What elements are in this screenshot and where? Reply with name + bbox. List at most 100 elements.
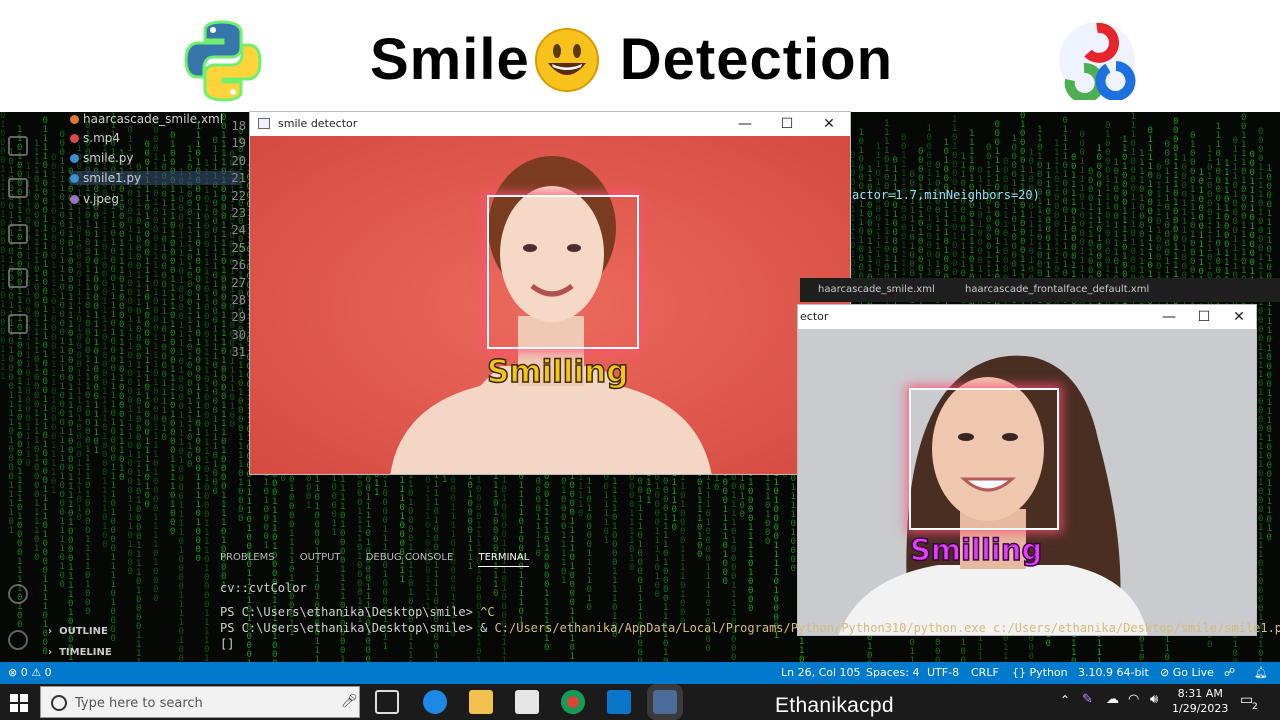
line-number: 25: [231, 240, 246, 255]
smile-detector-window-1[interactable]: smile detector — ☐ ✕ Smilling: [249, 111, 851, 475]
tab-output[interactable]: OUTPUT: [300, 552, 341, 563]
terminal-prompt: PS C:\Users\ethanika\Desktop\smile>: [220, 605, 481, 619]
settings-gear-icon[interactable]: [8, 630, 28, 650]
taskbar-search-input[interactable]: Type here to search 🎤︎: [40, 686, 360, 718]
vscode-icon[interactable]: [607, 690, 631, 714]
opencv-logo-icon: [1059, 22, 1136, 100]
smile-label: Smilling: [486, 353, 629, 391]
python-file-icon: [70, 154, 79, 163]
volume-icon[interactable]: 🔊︎: [1150, 692, 1158, 707]
python-logo-icon: [184, 20, 262, 102]
matrix-column: 1000011110100001111010000111101000011110…: [1266, 164, 1272, 543]
python-interpreter[interactable]: 3.10.9 64-bit: [1078, 666, 1149, 679]
tab-debug-console[interactable]: DEBUG CONSOLE: [366, 552, 454, 563]
cursor-position[interactable]: Ln 26, Col 105: [781, 666, 861, 679]
channel-watermark: Ethanikacpd: [775, 694, 894, 717]
terminal-cursor: []: [220, 637, 235, 651]
terminal-line: cv::cvtColor: [220, 581, 307, 595]
line-number: 27: [231, 275, 246, 290]
code-snippet: actor=1.7,minNeighbors=20): [852, 188, 1040, 202]
vscode-activity-bar: [0, 112, 36, 662]
run-debug-icon[interactable]: [8, 178, 28, 198]
terminal-line: PS C:\Users\ethanika\Desktop\smile> & C:…: [220, 620, 1280, 636]
file-item[interactable]: haarcascade_smile.xml: [70, 112, 223, 126]
file-explorer-icon[interactable]: [469, 690, 493, 714]
screen: Smile Detection 010000111101000011110100…: [0, 0, 1280, 720]
line-number: 21: [231, 171, 246, 186]
microphone-icon[interactable]: 🎤︎: [341, 694, 358, 709]
matrix-column: 0011110100001111010000111101000011110100…: [136, 163, 142, 663]
store-icon[interactable]: [515, 690, 539, 714]
clock-date: 1/29/2023: [1172, 702, 1229, 715]
smiley-emoji-icon: [534, 27, 599, 92]
account-icon[interactable]: [8, 584, 28, 604]
timeline-section[interactable]: › TIMELINE: [48, 647, 112, 658]
file-item[interactable]: v.jpeg: [70, 192, 119, 206]
pen-icon[interactable]: ✎: [1082, 692, 1093, 707]
window-titlebar[interactable]: smile detector — ☐ ✕: [250, 112, 850, 136]
minimize-button[interactable]: —: [730, 114, 760, 134]
window-title: smile detector: [278, 117, 358, 130]
tab-haarcascade-smile[interactable]: haarcascade_smile.xml: [818, 284, 935, 295]
line-number: 31: [231, 345, 246, 360]
line-number: 23: [231, 206, 246, 221]
file-item-selected[interactable]: smile1.py: [70, 171, 240, 185]
outline-section[interactable]: › OUTLINE: [48, 626, 108, 637]
terminal-prompt: PS C:\Users\ethanika\Desktop\smile> &: [220, 621, 495, 635]
file-name: smile1.py: [83, 171, 142, 185]
terminal-command: C:/Users/ethanika/AppData/Local/Programs…: [494, 621, 1280, 635]
window-titlebar[interactable]: ector — ☐ ✕: [798, 305, 1256, 329]
close-button[interactable]: ✕: [1224, 307, 1254, 327]
source-control-icon[interactable]: [8, 136, 28, 156]
chrome-icon[interactable]: [561, 690, 585, 714]
notification-badge: 2: [1252, 702, 1258, 712]
minimize-button[interactable]: —: [1154, 307, 1184, 327]
matrix-column: 1111010000111101000011110100001111010000…: [204, 159, 210, 663]
face-detection-box: [909, 388, 1059, 530]
testing-icon[interactable]: [8, 268, 28, 288]
maximize-button[interactable]: ☐: [772, 114, 802, 134]
editor-tabs: haarcascade_smile.xml haarcascade_fronta…: [800, 278, 1280, 302]
language-mode[interactable]: {} Python: [1012, 666, 1068, 679]
file-explorer: haarcascade_smile.xml s.mp4 smile.py smi…: [40, 112, 240, 232]
outline-label: OUTLINE: [59, 626, 108, 637]
search-placeholder: Type here to search: [75, 696, 203, 711]
system-clock[interactable]: 8:31 AM 1/29/2023: [1172, 686, 1228, 716]
terminal[interactable]: cv::cvtColor PS C:\Users\ethanika\Deskto…: [220, 580, 1280, 652]
line-number: 28: [231, 293, 246, 308]
tab-haarcascade-frontalface[interactable]: haarcascade_frontalface_default.xml: [965, 284, 1149, 295]
extensions-icon[interactable]: [8, 224, 28, 244]
notifications-bell-icon[interactable]: 🔔︎: [1254, 666, 1268, 679]
close-button[interactable]: ✕: [814, 114, 844, 134]
python-file-icon: [70, 174, 79, 183]
line-number: 24: [231, 223, 246, 238]
window-title: ector: [800, 310, 829, 323]
title-banner: Smile Detection: [0, 0, 1280, 112]
matrix-column: 0000111101000011110100001111010000111101…: [68, 168, 74, 663]
line-ending[interactable]: CRLF: [971, 666, 999, 679]
tab-problems[interactable]: PROBLEMS: [220, 552, 275, 563]
file-item[interactable]: smile.py: [70, 151, 134, 165]
python-app-icon[interactable]: [647, 684, 683, 720]
edge-browser-icon[interactable]: [423, 690, 447, 714]
terminal-line: PS C:\Users\ethanika\Desktop\smile> ^C: [220, 604, 1280, 620]
file-item[interactable]: s.mp4: [70, 131, 120, 145]
video-file-icon: [70, 134, 79, 143]
matrix-column: 1010000111101000011110100001111010000111…: [178, 169, 184, 663]
wifi-icon[interactable]: ◠: [1128, 692, 1139, 707]
chevron-up-icon[interactable]: ⌃: [1060, 693, 1070, 707]
go-live-button[interactable]: ⊘ Go Live: [1160, 666, 1214, 679]
file-name: smile.py: [83, 151, 134, 165]
indentation[interactable]: Spaces: 4: [866, 666, 919, 679]
terminal-command: ^C: [480, 605, 495, 619]
smile-label: Smilling: [909, 532, 1043, 568]
encoding[interactable]: UTF-8: [927, 666, 959, 679]
maximize-button[interactable]: ☐: [1189, 307, 1219, 327]
feedback-icon[interactable]: ☍: [1224, 666, 1235, 679]
windows-start-icon[interactable]: [10, 694, 28, 712]
problems-count[interactable]: ⊗ 0 ⚠ 0: [8, 666, 52, 679]
tab-terminal[interactable]: TERMINAL: [478, 552, 530, 567]
remote-explorer-icon[interactable]: [8, 314, 28, 334]
task-view-icon[interactable]: [375, 690, 399, 714]
onedrive-cloud-icon[interactable]: ☁: [1106, 692, 1119, 707]
